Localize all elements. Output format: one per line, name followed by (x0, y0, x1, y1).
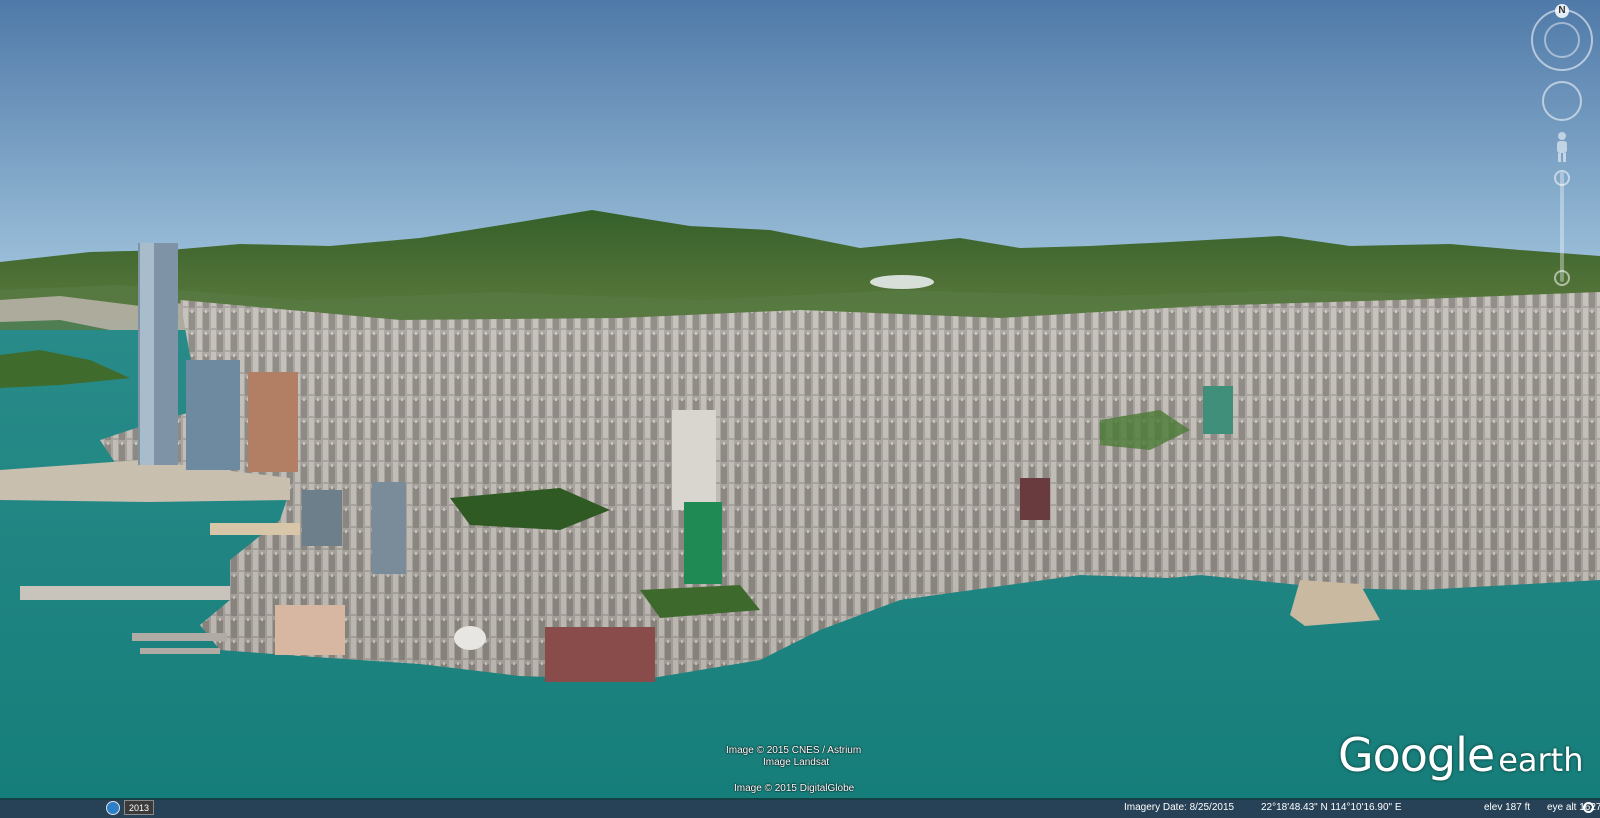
attribution-landsat: Image Landsat (763, 757, 830, 768)
north-indicator[interactable]: N (1555, 4, 1569, 18)
aerial-scene (0, 0, 1600, 800)
status-bar: Imagery Date: 8/25/2015 22°18'48.43" N 1… (0, 798, 1600, 818)
pegman-icon[interactable] (1553, 131, 1571, 163)
streaming-status-icon (1583, 802, 1594, 813)
coordinates-readout: 22°18'48.43" N 114°10'16.90" E (1261, 802, 1402, 813)
earth-3d-view[interactable] (0, 0, 1600, 818)
google-earth-logo: Google earth (1338, 728, 1584, 782)
zoom-slider[interactable] (1560, 172, 1564, 282)
attribution-cnes: Image © 2015 CNES / Astrium (726, 745, 862, 756)
historical-year-badge[interactable]: 2013 (124, 800, 154, 815)
look-joystick-icon[interactable] (1542, 81, 1582, 121)
zoom-in-icon[interactable] (1554, 170, 1570, 186)
elevation-readout: elev 187 ft (1484, 802, 1531, 813)
historical-imagery-icon[interactable] (106, 801, 120, 815)
logo-google-text: Google (1338, 728, 1495, 782)
zoom-out-icon[interactable] (1554, 270, 1570, 286)
attribution-digitalglobe: Image © 2015 DigitalGlobe (734, 783, 855, 794)
compass-ring[interactable] (1544, 22, 1580, 58)
logo-earth-text: earth (1498, 741, 1584, 779)
imagery-date: Imagery Date: 8/25/2015 (1124, 802, 1235, 813)
